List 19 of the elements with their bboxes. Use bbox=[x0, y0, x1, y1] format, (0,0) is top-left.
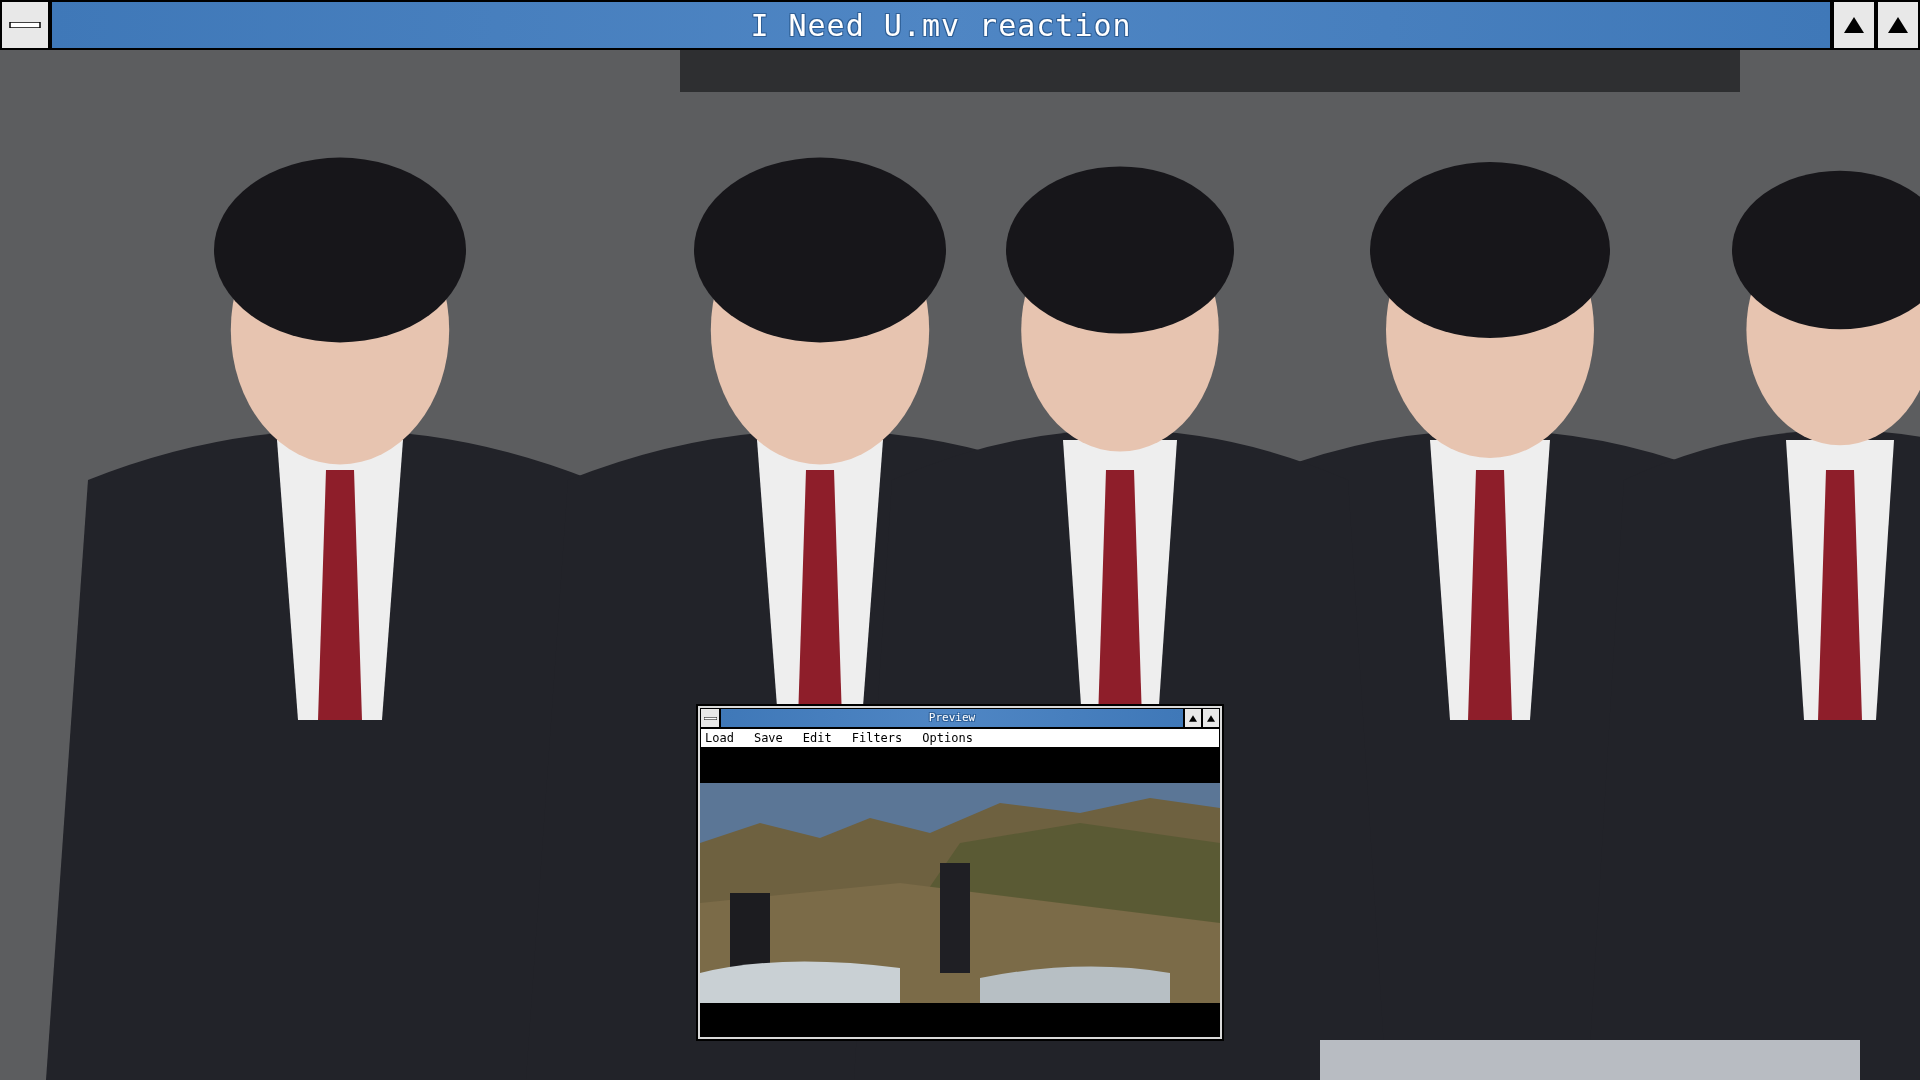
up-triangle-icon bbox=[1888, 17, 1908, 33]
menu-item[interactable]: Edit bbox=[802, 729, 832, 747]
window-menu-button[interactable] bbox=[700, 708, 720, 728]
menu-item[interactable]: Save bbox=[753, 729, 783, 747]
up-triangle-icon bbox=[1189, 714, 1197, 722]
up-triangle-icon bbox=[1207, 714, 1215, 722]
window-title: I Need U.mv reaction bbox=[750, 6, 1132, 45]
menu-item[interactable]: Options bbox=[922, 729, 973, 747]
scroll-up-button[interactable] bbox=[1876, 0, 1920, 50]
window-menu-button[interactable] bbox=[0, 0, 50, 50]
menu-item[interactable]: Filters bbox=[851, 729, 903, 747]
minus-icon bbox=[703, 716, 717, 720]
window-title: Preview bbox=[928, 709, 976, 726]
menu-item[interactable]: Load bbox=[705, 729, 734, 747]
minus-icon bbox=[9, 22, 41, 28]
scroll-up-button[interactable] bbox=[1832, 0, 1876, 50]
scroll-up-button[interactable] bbox=[1202, 708, 1220, 728]
up-triangle-icon bbox=[1844, 17, 1864, 33]
scroll-up-button[interactable] bbox=[1184, 708, 1202, 728]
